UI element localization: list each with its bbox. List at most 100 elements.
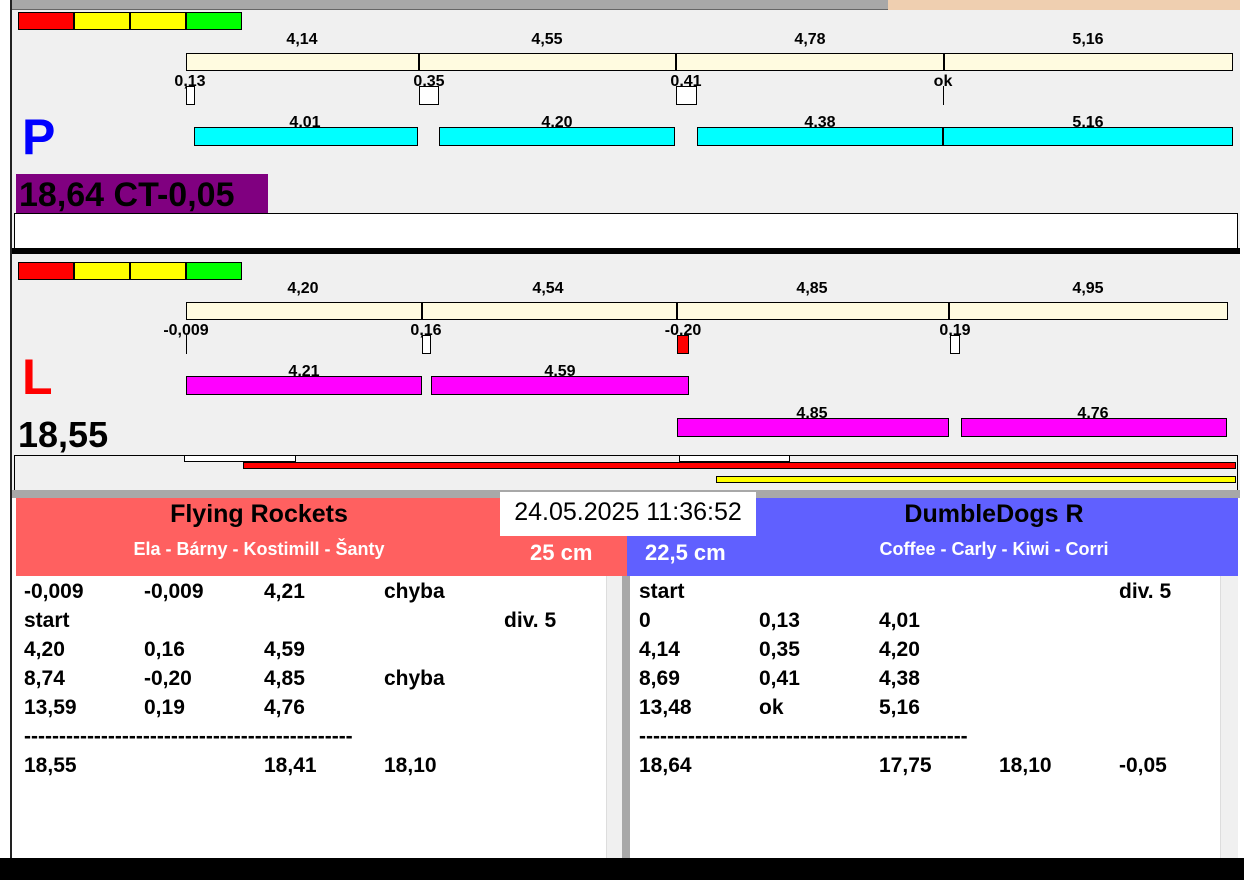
left-scrollbar[interactable] [606,576,622,858]
right-scrollbar[interactable] [1220,576,1238,858]
bottom-bar [0,858,1244,880]
table-cell: 17,75 [879,754,932,777]
top-time-label: 4,55 [531,31,563,48]
table-row [24,667,604,695]
progress-yellow [716,476,1236,483]
table-cell: 0 [639,609,651,632]
left-team-name: Flying Rockets [170,500,348,528]
lane-p-total: 18,64 CT-0,05 [16,174,268,213]
table-cell: div. 5 [1119,580,1172,603]
table-row [24,696,604,724]
run-bar [194,127,418,146]
run-bar [943,127,1233,146]
table-cell: ----------------------------------------… [639,725,968,748]
table-cell: 4,01 [879,609,920,632]
cream-bar [186,53,1233,71]
run-bar [961,418,1227,437]
yellow-indicator [74,262,130,280]
run-bar [677,418,949,437]
list-divider [622,576,630,858]
table-cell: chyba [384,667,445,690]
track-marker [184,455,296,462]
lane-l-letter: L [22,349,53,405]
table-cell: 18,41 [264,754,317,777]
table-cell: 4,20 [879,638,920,661]
gap-box [677,335,689,354]
green-indicator [186,12,242,30]
table-cell: 0,13 [759,609,800,632]
table-row [639,609,1219,637]
lane-p-letter: P [22,109,56,165]
gap-box [676,86,697,105]
table-cell: -0,20 [144,667,192,690]
table-cell: 13,59 [24,696,77,719]
left-team-height: 25 cm [530,540,593,565]
table-cell: 18,64 [639,754,692,777]
table-cell: 4,20 [24,638,65,661]
table-cell: 5,16 [879,696,920,719]
run-bar [431,376,689,395]
table-cell: 18,10 [999,754,1052,777]
green-indicator [186,262,242,280]
red-indicator [18,262,74,280]
gap-box [186,335,187,354]
gap-box [186,86,195,105]
table-cell: 18,10 [384,754,437,777]
bar-divider [948,302,950,320]
gap-box [950,335,960,354]
run-bar [439,127,675,146]
table-cell: 8,74 [24,667,65,690]
top-time-label: 4,20 [287,280,319,297]
top-time-label: 5,16 [1072,31,1104,48]
table-cell: chyba [384,580,445,603]
yellow-indicator [130,262,186,280]
table-cell: 4,38 [879,667,920,690]
table-cell: -0,009 [144,580,204,603]
table-cell: start [24,609,70,632]
red-indicator [18,12,74,30]
bar-divider [675,53,677,71]
right-team-members: Coffee - Carly - Kiwi - Corri [879,539,1109,559]
run-bar [697,127,943,146]
yellow-indicator [130,12,186,30]
bar-divider [418,53,420,71]
table-cell: -0,05 [1119,754,1167,777]
bar-divider [676,302,678,320]
table-cell: 0,41 [759,667,800,690]
gap-box [422,335,431,354]
left-team-members: Ela - Bárny - Kostimill - Šanty [133,539,385,559]
table-row [639,667,1219,695]
table-cell: 0,16 [144,638,185,661]
datetime: 24.05.2025 11:36:52 [500,492,756,536]
table-cell: 4,76 [264,696,305,719]
table-cell: 4,85 [264,667,305,690]
table-cell: 4,14 [639,638,680,661]
table-cell: 4,21 [264,580,305,603]
table-cell: ----------------------------------------… [24,725,353,748]
top-time-label: 4,78 [794,31,826,48]
table-row [639,696,1219,724]
table-cell: 0,35 [759,638,800,661]
table-row [24,638,604,666]
top-time-label: 4,95 [1072,280,1104,297]
gap-box [419,86,439,105]
gap-box [943,86,944,105]
table-cell: 18,55 [24,754,77,777]
lane-l-total: 18,55 [18,414,109,455]
table-cell: 0,19 [144,696,185,719]
yellow-indicator [74,12,130,30]
track-marker [679,455,790,462]
table-cell: 4,59 [264,638,305,661]
top-time-label: 4,14 [286,31,318,48]
bar-divider [943,53,945,71]
tab-strip[interactable] [0,0,888,10]
right-team-height: 22,5 cm [645,540,726,565]
cream-bar [186,302,1228,320]
right-team-name: DumbleDogs R [904,500,1084,528]
table-cell: -0,009 [24,580,84,603]
run-bar [186,376,422,395]
top-time-label: 4,85 [796,280,828,297]
top-time-label: 4,54 [532,280,564,297]
table-row [639,638,1219,666]
left-frame [0,0,12,880]
